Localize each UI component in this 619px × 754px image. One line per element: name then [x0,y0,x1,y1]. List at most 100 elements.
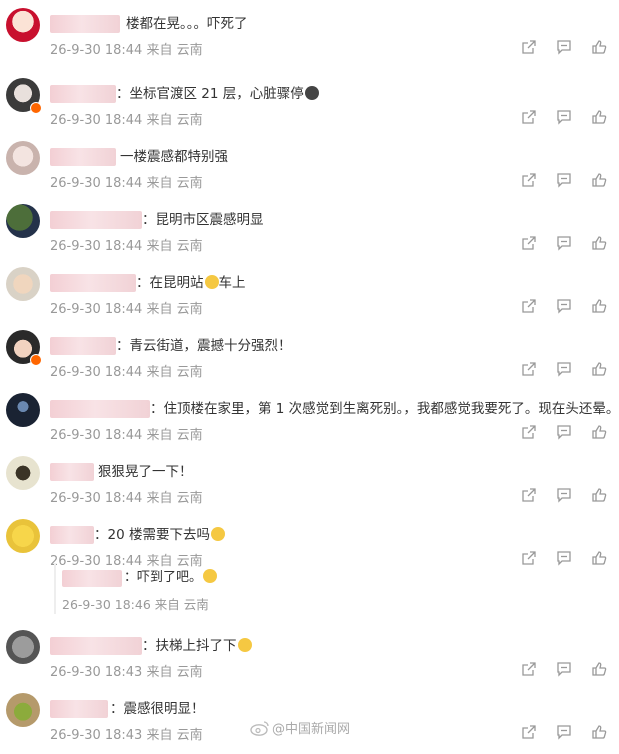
comment-icon[interactable] [556,39,572,55]
username-blurred[interactable] [62,570,122,587]
reply-block: ：吓到了吧。 26-9-30 18:46 来自 云南 [54,564,576,614]
comment-text: ：20 楼需要下去吗 [94,525,225,545]
comment-meta: 26-9-30 18:44 来自 云南 [50,365,203,380]
comment-meta: 26-9-30 18:44 来自 云南 [50,176,203,191]
username-blurred[interactable] [50,700,108,718]
comment-row: ：昆明市区震感明显 26-9-30 18:44 来自 云南 [0,202,619,265]
share-icon[interactable] [521,424,537,440]
comment-actions [507,661,607,679]
avatar[interactable] [6,267,40,301]
comment-text: ：青云街道，震撼十分强烈！ [116,338,292,354]
comment-actions [507,109,607,127]
comment-row: ：住顶楼在家里，第 1 次感觉到生离死别。，我都感觉我要死了。现在头还晕。 26… [0,391,619,454]
share-icon[interactable] [521,361,537,377]
share-icon[interactable] [521,235,537,251]
comment-actions [507,298,607,316]
like-icon[interactable] [591,550,607,566]
share-icon[interactable] [521,487,537,503]
username-blurred[interactable] [50,400,150,418]
username-blurred[interactable] [50,526,94,544]
comment-row: ：扶梯上抖了下 26-9-30 18:43 来自 云南 [0,628,619,691]
comment-meta: 26-9-30 18:44 来自 云南 [50,491,203,506]
share-icon[interactable] [521,172,537,188]
comment-icon[interactable] [556,361,572,377]
comment-row: 一楼震感都特别强 26-9-30 18:44 来自 云南 [0,139,619,202]
username-blurred[interactable] [50,337,116,355]
comment-actions [507,172,607,190]
cry-laugh-emoji-icon [204,275,219,289]
username-blurred[interactable] [50,148,116,166]
like-icon[interactable] [591,109,607,125]
comment-icon[interactable] [556,724,572,740]
like-icon[interactable] [591,235,607,251]
comment-icon[interactable] [556,424,572,440]
crying-emoji-icon [210,527,225,541]
avatar[interactable] [6,456,40,490]
username-blurred[interactable] [50,211,142,229]
comment-text: ：住顶楼在家里，第 1 次感觉到生离死别。，我都感觉我要死了。现在头还晕。 [150,401,619,417]
share-icon[interactable] [521,39,537,55]
like-icon[interactable] [591,424,607,440]
like-icon[interactable] [591,487,607,503]
comment-row: 狠狠晃了一下！ 26-9-30 18:44 来自 云南 [0,454,619,517]
comment-meta: 26-9-30 18:44 来自 云南 [50,43,203,58]
comment-icon[interactable] [556,661,572,677]
comment-meta: 26-9-30 18:44 来自 云南 [50,113,203,128]
username-blurred[interactable] [50,15,120,33]
comment-text: ：在昆明站 车上 [136,275,246,291]
eyes-emoji-icon [304,86,319,100]
share-icon[interactable] [521,298,537,314]
like-icon[interactable] [591,361,607,377]
comment-row: ：坐标官渡区 21 层，心脏骤停 26-9-30 18:44 来自 云南 [0,76,619,139]
comment-icon[interactable] [556,487,572,503]
username-blurred[interactable] [50,463,94,481]
comment-row: ：青云街道，震撼十分强烈！ 26-9-30 18:44 来自 云南 [0,328,619,391]
avatar[interactable] [6,630,40,664]
cry-laugh-emoji-icon [203,569,218,583]
comment-actions [507,487,607,505]
share-icon[interactable] [521,724,537,740]
verified-badge-icon [30,354,42,366]
comment-row: ：在昆明站 车上 26-9-30 18:44 来自 云南 [0,265,619,328]
avatar[interactable] [6,141,40,175]
weibo-logo-icon [250,720,270,736]
comment-text: ：震感很明显！ [110,701,205,717]
reply-text: ：吓到了吧。 [124,568,218,588]
username-blurred[interactable] [50,274,136,292]
like-icon[interactable] [591,724,607,740]
comment-text: 一楼震感都特别强 [120,149,228,165]
comment-icon[interactable] [556,109,572,125]
share-icon[interactable] [521,661,537,677]
username-blurred[interactable] [50,85,116,103]
cry-laugh-emoji-icon [237,638,252,652]
comment-meta: 26-9-30 18:44 来自 云南 [50,428,203,443]
avatar[interactable] [6,519,40,553]
reply-meta: 26-9-30 18:46 来自 云南 [62,597,209,612]
comment-meta: 26-9-30 18:44 来自 云南 [50,302,203,317]
like-icon[interactable] [591,298,607,314]
comment-actions [507,424,607,442]
avatar[interactable] [6,8,40,42]
comment-actions [507,39,607,57]
comment-actions [507,235,607,253]
avatar[interactable] [6,393,40,427]
comment-icon[interactable] [556,298,572,314]
username-blurred[interactable] [50,637,142,655]
like-icon[interactable] [591,661,607,677]
comment-meta: 26-9-30 18:44 来自 云南 [50,239,203,254]
watermark: @中国新闻网 [250,718,350,737]
share-icon[interactable] [521,109,537,125]
comment-text: ：扶梯上抖了下 [142,636,252,656]
comment-actions [507,724,607,742]
avatar[interactable] [6,204,40,238]
comment-meta: 26-9-30 18:43 来自 云南 [50,665,203,680]
comment-text: ：昆明市区震感明显 [142,212,264,228]
comment-row: 楼都在晃。。。吓死了 26-9-30 18:44 来自 云南 [0,6,619,69]
avatar[interactable] [6,693,40,727]
comment-icon[interactable] [556,235,572,251]
comment-text: 楼都在晃。。。吓死了 [126,16,248,32]
comment-icon[interactable] [556,172,572,188]
comment-meta: 26-9-30 18:43 来自 云南 [50,728,203,743]
like-icon[interactable] [591,172,607,188]
like-icon[interactable] [591,39,607,55]
